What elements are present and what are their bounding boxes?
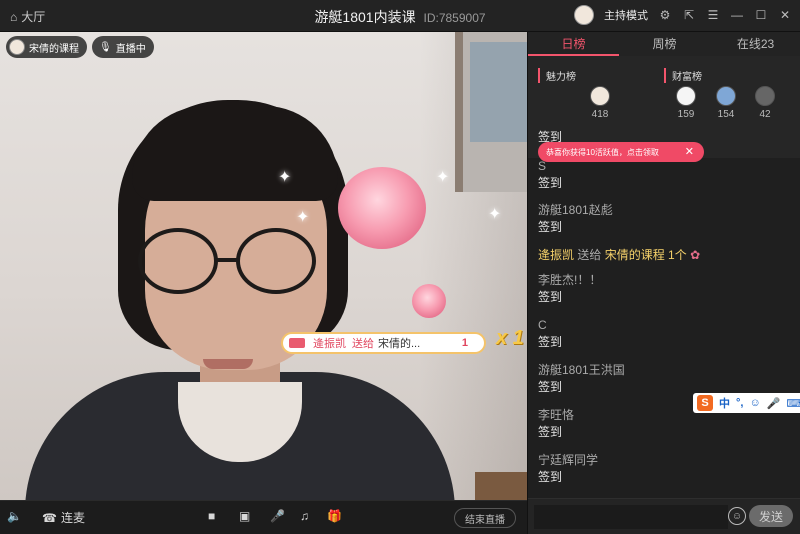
course-title: 游艇1801内装课: [314, 9, 416, 25]
avatar: [590, 86, 610, 106]
tab-online[interactable]: 在线23: [710, 32, 800, 56]
chat-input-bar: ☺ 发送: [528, 498, 800, 534]
camera-icon[interactable]: ■: [208, 509, 215, 523]
gift-receiver: 宋倩的...: [378, 338, 421, 350]
glasses-right: [236, 228, 316, 294]
sparkle-icon: ✦: [436, 169, 450, 186]
rose-gift-effect: [338, 167, 426, 249]
phone-icon: ☎: [42, 510, 57, 525]
gift-message: 逄振凯 送给 宋倩的课程 1个 ✿: [538, 248, 701, 262]
avatar: [755, 86, 775, 106]
gift-icon[interactable]: 🎁: [327, 509, 342, 523]
sogou-icon: S: [697, 395, 713, 411]
rose-icon: ✿: [690, 248, 701, 262]
close-icon[interactable]: ✕: [778, 8, 792, 22]
list-item: S 签到: [538, 159, 563, 190]
tab-weekly[interactable]: 周榜: [619, 32, 710, 56]
charm-user[interactable]: 418: [585, 86, 615, 120]
chat-list: 签到 S 签到 游艇1801赵彪 签到 逄振凯 送给 宋倩的课程 1个 ✿ 李胜…: [538, 128, 794, 490]
tab-daily[interactable]: 日榜: [528, 32, 619, 56]
list-item: C 签到: [538, 318, 563, 349]
gift-combo: x 1: [496, 327, 524, 349]
settings-icon[interactable]: ⚙: [658, 8, 672, 22]
close-icon[interactable]: ✕: [685, 145, 694, 158]
chat-input[interactable]: [534, 505, 728, 529]
gift-count: 1: [461, 337, 468, 349]
room-id: ID:7859007: [423, 11, 486, 25]
ranking-tabs: 日榜 周榜 在线23: [528, 32, 800, 56]
wealth-user[interactable]: 154: [711, 86, 741, 120]
gift-verb: 送给: [352, 338, 374, 350]
wealth-user[interactable]: 42: [750, 86, 780, 120]
volume-icon[interactable]: 🔈: [7, 509, 22, 523]
gift-sender: 逄振凯: [313, 338, 346, 350]
avatar: [676, 86, 696, 106]
microphone-icon[interactable]: 🎤: [270, 509, 285, 523]
menu-icon[interactable]: ☰: [706, 8, 720, 22]
host-avatar[interactable]: [574, 5, 594, 25]
ime-mode[interactable]: 中: [719, 395, 730, 411]
list-item: 李胜杰!！！ 签到: [538, 273, 602, 304]
gift-banner: 逄振凯 送给 宋倩的... 1: [281, 332, 486, 354]
end-live-button[interactable]: 结束直播: [454, 508, 516, 528]
side-panel: 日榜 周榜 在线23 魅力榜 财富榜 418 159 154 42 ﹀ 签到 S…: [527, 32, 800, 534]
rose-gift-small: [412, 284, 446, 318]
sparkle-icon: ✦: [296, 209, 310, 226]
keyboard-icon[interactable]: ⌨: [786, 397, 800, 410]
glasses-left: [138, 228, 218, 294]
list-item: 宁廷辉同学 签到: [538, 453, 599, 484]
microphone-icon: 🎙: [99, 41, 112, 53]
sparkle-icon: ✦: [278, 169, 292, 186]
maximize-icon[interactable]: ☐: [754, 8, 768, 22]
sparkle-icon: ✦: [488, 206, 502, 223]
microphone-icon[interactable]: 🎤: [767, 397, 781, 410]
mic-link-button[interactable]: ☎ 连麦: [42, 509, 85, 526]
list-item: 游艇1801王洪国 签到: [538, 363, 625, 394]
minimize-icon[interactable]: —: [730, 8, 744, 22]
reward-toast[interactable]: 恭喜你获得10活跃值，点击领取 ✕: [538, 142, 704, 162]
video-area: ✦ ✦ ✦ ✦ 宋倩的课程 🎙 直播中 逄振凯 送给 宋倩的... 1 x 1: [0, 32, 527, 500]
list-item: 游艇1801赵彪 签到: [538, 203, 613, 234]
screen-share-icon[interactable]: ▣: [239, 509, 250, 523]
smiley-icon[interactable]: ☺: [749, 397, 760, 409]
wealth-rank-title: 财富榜: [664, 68, 702, 83]
punctuation-icon[interactable]: °,: [736, 397, 743, 409]
wealth-user[interactable]: 159: [671, 86, 701, 120]
charm-rank-title: 魅力榜: [538, 68, 576, 83]
title-bar: ⌂ 大厅 游艇1801内装课 ID:7859007 主持模式 ⚙ ⇱ ☰ — ☐…: [0, 0, 800, 32]
send-button[interactable]: 发送: [749, 505, 793, 527]
gift-tag-icon: [289, 338, 305, 348]
share-icon[interactable]: ⇱: [682, 8, 696, 22]
emoji-icon[interactable]: ☺: [728, 507, 746, 525]
control-bar: 🔈 ☎ 连麦 ■ ▣ 🎤 ♫ 🎁 结束直播: [0, 500, 527, 534]
live-status-chip: 🎙 直播中: [92, 36, 154, 58]
music-icon[interactable]: ♫: [300, 509, 309, 523]
streamer-chip[interactable]: 宋倩的课程: [6, 36, 87, 58]
ime-toolbar[interactable]: S 中 °, ☺ 🎤 ⌨: [693, 393, 800, 413]
streamer-avatar: [9, 39, 25, 55]
host-mode-label[interactable]: 主持模式: [604, 7, 648, 23]
avatar: [716, 86, 736, 106]
